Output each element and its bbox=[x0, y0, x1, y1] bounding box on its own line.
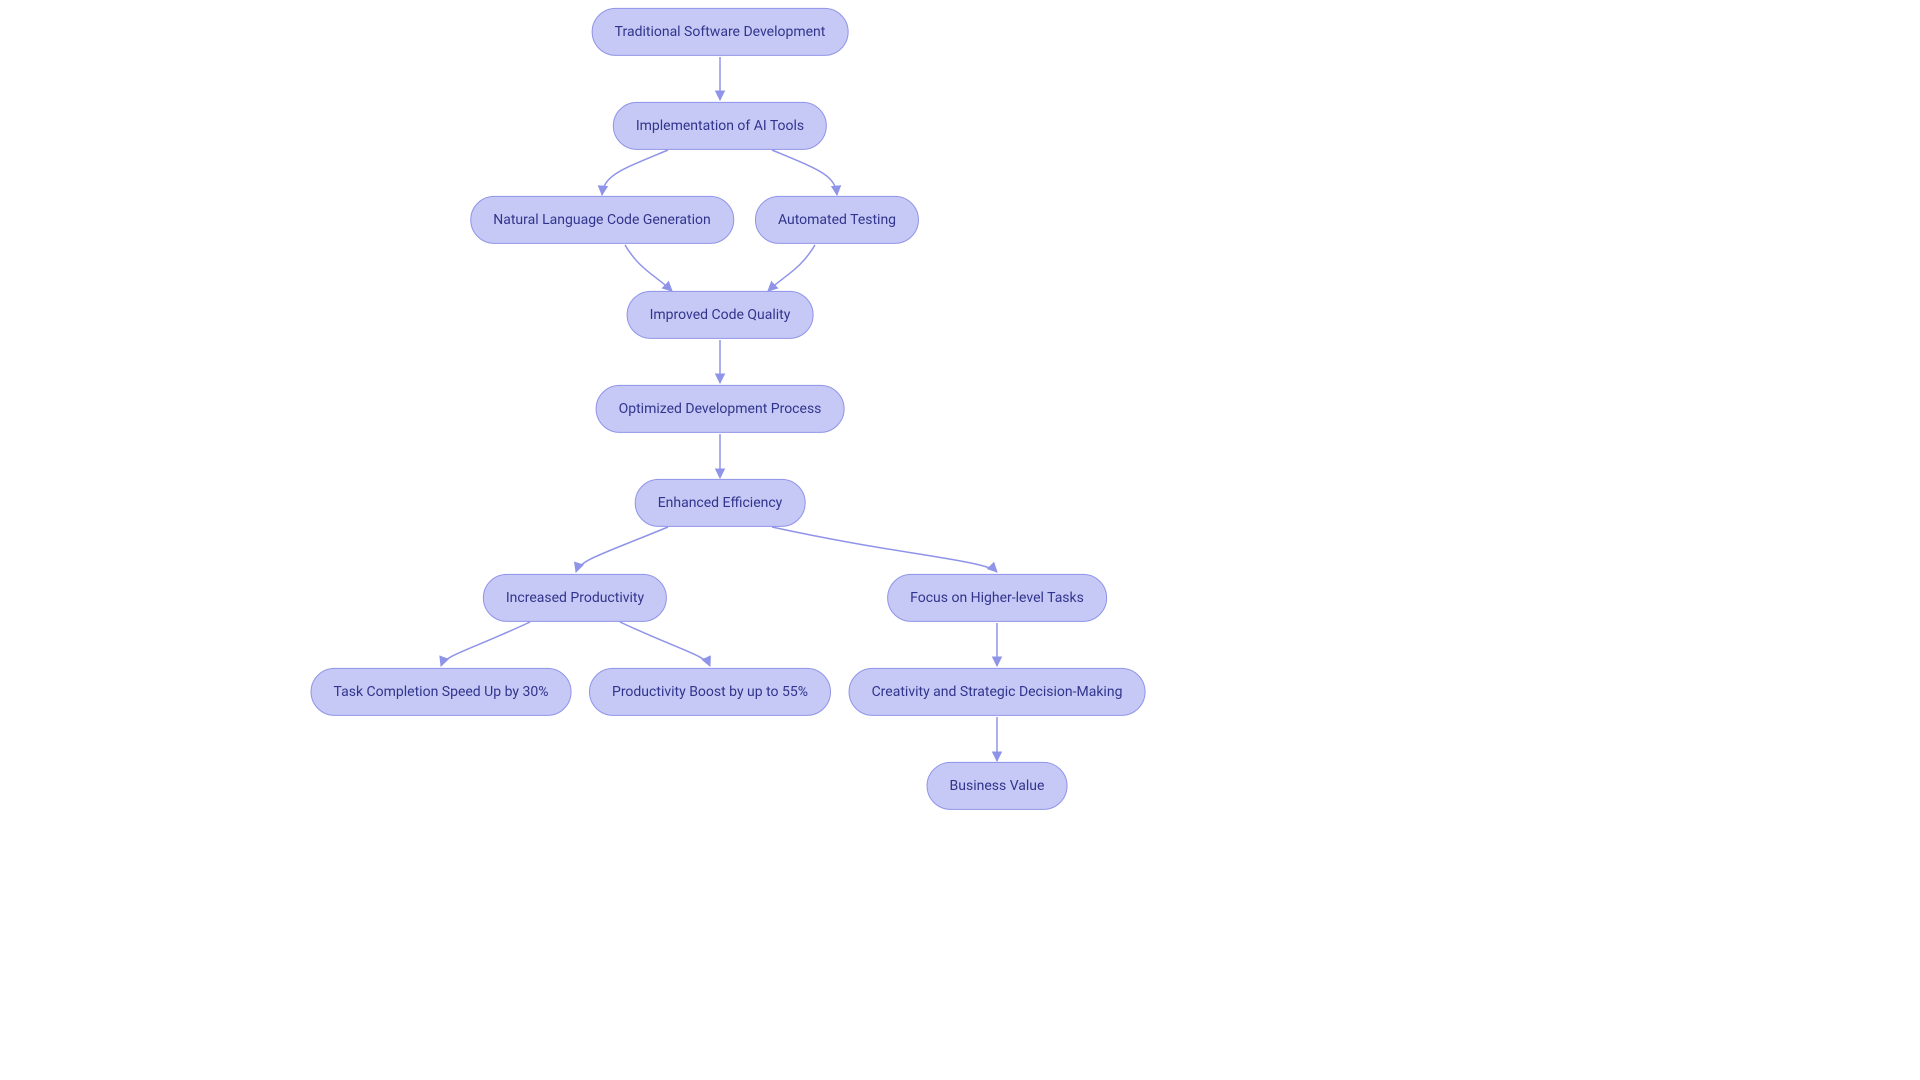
node-improved-code-quality: Improved Code Quality bbox=[627, 291, 814, 339]
node-creativity-strategic-decision: Creativity and Strategic Decision-Making bbox=[849, 668, 1146, 716]
node-increased-productivity: Increased Productivity bbox=[483, 574, 667, 622]
node-optimized-development-process: Optimized Development Process bbox=[596, 385, 845, 433]
edge-n2-n4 bbox=[772, 150, 837, 195]
edge-n4-n5 bbox=[768, 245, 815, 291]
node-task-completion-speed: Task Completion Speed Up by 30% bbox=[311, 668, 572, 716]
node-automated-testing: Automated Testing bbox=[755, 196, 919, 244]
edge-n7-n8 bbox=[576, 527, 668, 572]
node-business-value: Business Value bbox=[927, 762, 1068, 810]
node-traditional-software-development: Traditional Software Development bbox=[592, 8, 849, 56]
edges-layer bbox=[0, 0, 1920, 1080]
flowchart-diagram: Traditional Software Development Impleme… bbox=[0, 0, 1920, 1080]
edge-n2-n3 bbox=[602, 150, 668, 195]
node-focus-on-higher-level-tasks: Focus on Higher-level Tasks bbox=[887, 574, 1107, 622]
node-natural-language-code-generation: Natural Language Code Generation bbox=[470, 196, 734, 244]
node-productivity-boost: Productivity Boost by up to 55% bbox=[589, 668, 831, 716]
node-enhanced-efficiency: Enhanced Efficiency bbox=[635, 479, 806, 527]
edge-n3-n5 bbox=[625, 245, 672, 291]
node-implementation-of-ai-tools: Implementation of AI Tools bbox=[613, 102, 827, 150]
edge-n8-n10 bbox=[441, 622, 530, 666]
edge-n8-n11 bbox=[620, 622, 710, 666]
edge-n7-n9 bbox=[772, 527, 997, 572]
